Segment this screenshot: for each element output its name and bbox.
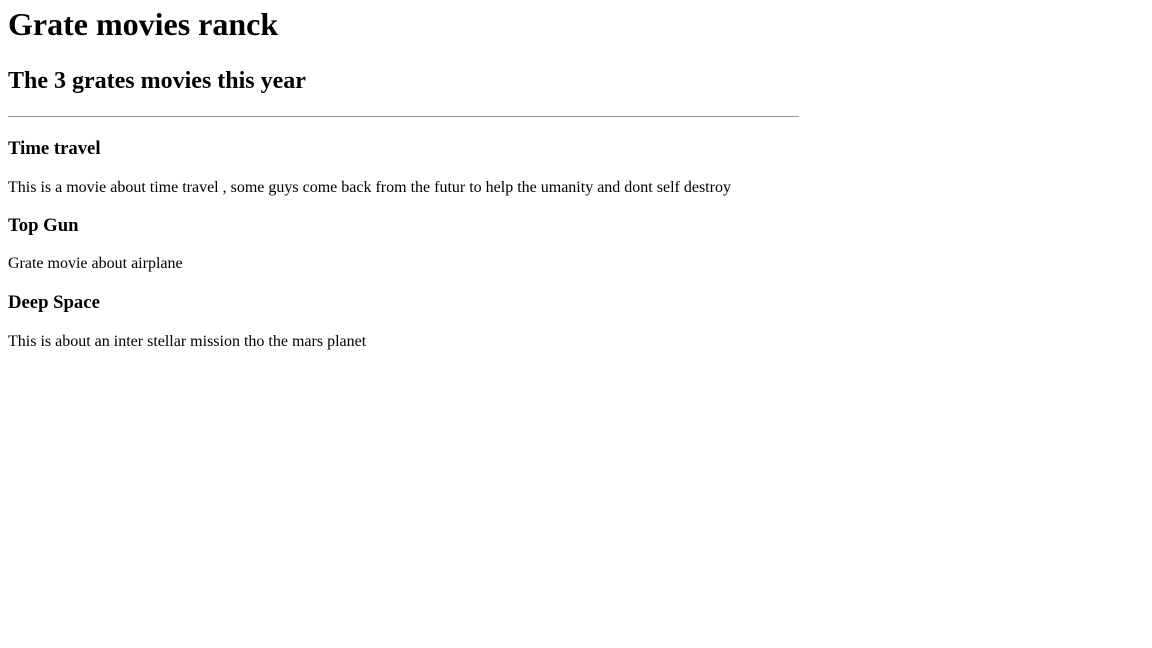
page-content: Grate movies ranck The 3 grates movies t…: [0, 0, 1152, 351]
movie-item: Deep Space This is about an inter stella…: [8, 292, 1144, 351]
movie-description: Grate movie about airplane: [8, 255, 183, 272]
movie-title: Deep Space: [8, 292, 100, 313]
movie-item: Time travel This is a movie about time t…: [8, 138, 1144, 197]
page-title: Grate movies ranck: [8, 6, 279, 42]
movie-description: This is a movie about time travel , some…: [8, 179, 731, 196]
movie-item: Top Gun Grate movie about airplane: [8, 215, 1144, 273]
movie-title: Top Gun: [8, 215, 79, 236]
divider: [8, 116, 799, 117]
movie-title: Time travel: [8, 138, 101, 159]
movie-description: This is about an inter stellar mission t…: [8, 333, 367, 350]
page-subtitle: The 3 grates movies this year: [8, 68, 306, 94]
